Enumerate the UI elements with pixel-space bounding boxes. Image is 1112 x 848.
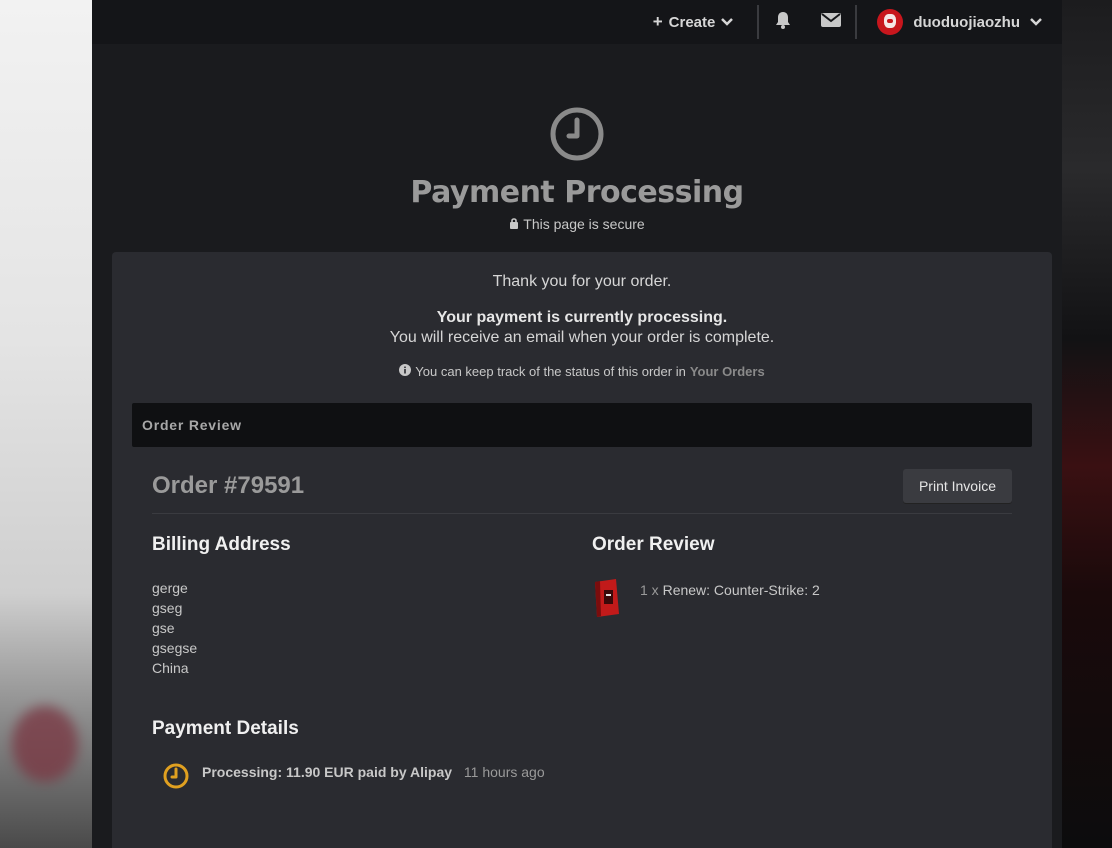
top-nav: + Create duoduojiaozhu <box>92 0 1062 44</box>
order-review-bar: Order Review <box>132 403 1032 447</box>
payment-row: Processing: 11.90 EUR paid by Alipay 11 … <box>152 762 545 795</box>
background-right <box>1062 0 1112 848</box>
payment-status: Processing: 11.90 EUR paid by Alipay 11 … <box>202 764 545 780</box>
print-invoice-button[interactable]: Print Invoice <box>902 468 1012 503</box>
billing-address: gerge gseg gse gsegse China <box>152 578 291 678</box>
payment-section: Payment Details Processing: 11.90 EUR pa… <box>152 718 545 795</box>
payment-heading: Payment Details <box>152 718 299 739</box>
address-line: gseg <box>152 600 183 616</box>
order-title: Order #79591 <box>152 471 305 499</box>
order-header: Order #79591 Print Invoice <box>152 464 1012 514</box>
processing-message: Your payment is currently processing. Yo… <box>112 308 1052 348</box>
item-name: Renew: Counter-Strike: 2 <box>662 582 820 598</box>
billing-section: Billing Address gerge gseg gse gsegse Ch… <box>152 534 291 678</box>
processing-sub: You will receive an email when your orde… <box>389 329 775 346</box>
order-review-section: Order Review 1 x Renew: Counter-Strike: … <box>592 534 820 618</box>
page-title: Payment Processing <box>410 175 744 210</box>
billing-heading: Billing Address <box>152 534 291 555</box>
address-line: gerge <box>152 580 188 596</box>
clock-icon <box>162 762 190 795</box>
payment-time: 11 hours ago <box>463 764 545 780</box>
user-menu[interactable]: duoduojiaozhu <box>857 9 1042 35</box>
processing-bold: Your payment is currently processing. <box>436 309 728 326</box>
review-heading: Order Review <box>592 534 715 555</box>
item-qty: 1 x <box>640 582 659 598</box>
secure-text: This page is secure <box>523 216 645 232</box>
plus-icon: + <box>652 12 663 31</box>
product-box-image <box>592 578 622 618</box>
notifications-button[interactable] <box>759 10 807 35</box>
lock-icon <box>509 216 519 232</box>
create-label: Create <box>668 13 716 31</box>
order-card: Thank you for your order. Your payment i… <box>112 252 1052 848</box>
messages-button[interactable] <box>807 11 855 34</box>
chevron-down-icon <box>1030 14 1042 31</box>
address-line: China <box>152 660 189 676</box>
track-text: You can keep track of the status of this… <box>415 364 686 379</box>
address-line: gse <box>152 620 175 636</box>
envelope-icon <box>820 11 842 34</box>
address-line: gsegse <box>152 640 198 656</box>
info-icon <box>399 364 412 379</box>
hero: Payment Processing This page is secure <box>92 44 1062 232</box>
order-item-text: 1 x Renew: Counter-Strike: 2 <box>640 582 820 598</box>
track-notice: You can keep track of the status of this… <box>112 364 1052 379</box>
create-menu[interactable]: + Create <box>653 12 758 32</box>
background-blob <box>12 706 78 782</box>
avatar <box>877 9 904 35</box>
clock-icon <box>549 106 605 167</box>
bell-icon <box>773 10 793 35</box>
username: duoduojiaozhu <box>913 13 1020 31</box>
order-item: 1 x Renew: Counter-Strike: 2 <box>592 578 820 618</box>
background-left <box>0 0 92 848</box>
payment-status-text: Processing: 11.90 EUR paid by Alipay <box>202 764 453 780</box>
secure-notice: This page is secure <box>92 216 1062 232</box>
thanks-message: Thank you for your order. <box>492 273 672 290</box>
your-orders-link[interactable]: Your Orders <box>690 364 765 379</box>
chevron-down-icon <box>721 14 734 31</box>
main-content: + Create duoduojiaozhu Payment Processin… <box>92 0 1062 848</box>
